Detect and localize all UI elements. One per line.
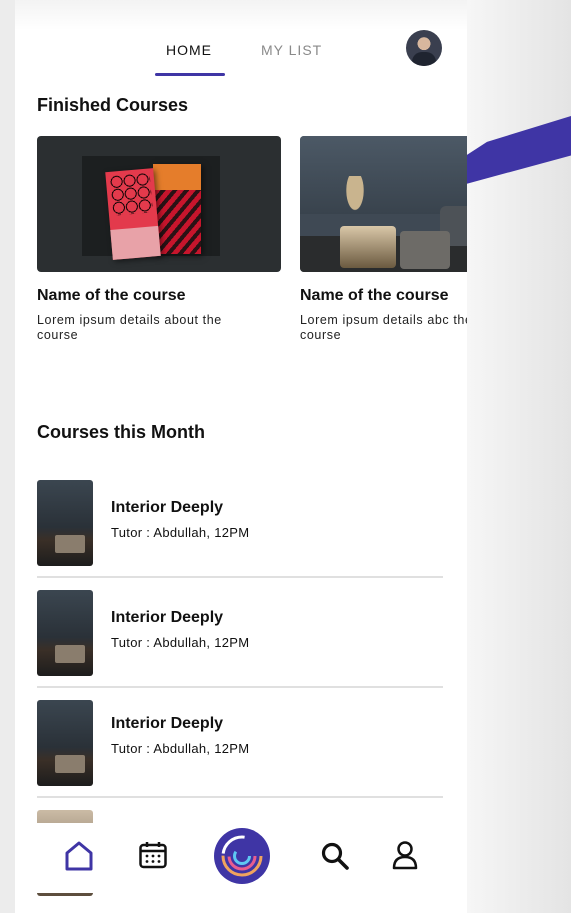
tab-my-list[interactable]: MY LIST — [261, 42, 322, 58]
course-thumbnail-interior — [300, 136, 467, 272]
courses-this-month-title: Courses this Month — [37, 422, 206, 442]
course-title: Interior Deeply — [111, 715, 224, 732]
app-screen: HOME MY LIST Finished Courses Name of th… — [15, 0, 467, 913]
calendar-icon — [139, 842, 167, 869]
nav-center-button[interactable] — [214, 828, 270, 884]
divider — [37, 576, 443, 578]
search-icon — [321, 842, 349, 870]
course-card[interactable]: Name of the course Lorem ipsum details a… — [300, 136, 467, 342]
finished-courses-title: Finished Courses — [37, 95, 189, 115]
course-thumbnail — [37, 590, 93, 676]
list-item[interactable]: Interior Deeply Tutor : Abdullah, 12PM — [37, 480, 443, 590]
course-card-title: Name of the course — [300, 287, 449, 304]
nav-home[interactable] — [64, 840, 94, 877]
home-icon — [65, 841, 93, 871]
course-title: Interior Deeply — [111, 499, 224, 516]
bottom-nav — [15, 823, 467, 893]
active-tab-indicator — [155, 73, 225, 76]
list-item[interactable]: Interior Deeply Tutor : Abdullah, 12PM — [37, 590, 443, 700]
avatar[interactable] — [406, 30, 442, 66]
course-card-description: Lorem ipsum details about the course — [37, 313, 222, 342]
nav-calendar[interactable] — [138, 840, 168, 875]
course-tutor-time: Tutor : Abdullah, 12PM — [111, 741, 250, 756]
center-logo-icon — [221, 835, 263, 877]
course-thumbnail — [37, 480, 93, 566]
divider — [37, 686, 443, 688]
course-card-description: Lorem ipsum details abc the course — [300, 313, 467, 342]
tab-home[interactable]: HOME — [166, 42, 212, 58]
profile-icon — [392, 841, 418, 870]
nav-profile[interactable] — [390, 839, 420, 876]
nav-search[interactable] — [320, 841, 350, 876]
course-tutor-time: Tutor : Abdullah, 12PM — [111, 635, 250, 650]
course-tutor-time: Tutor : Abdullah, 12PM — [111, 525, 250, 540]
course-thumbnail-books — [37, 136, 281, 272]
course-thumbnail — [37, 700, 93, 786]
course-card-title: Name of the course — [37, 287, 186, 304]
course-card[interactable]: Name of the course Lorem ipsum details a… — [37, 136, 281, 342]
divider — [37, 796, 443, 798]
course-title: Interior Deeply — [111, 609, 224, 626]
status-bar-area — [15, 0, 467, 30]
top-tabs: HOME MY LIST — [15, 40, 467, 80]
list-item[interactable]: Interior Deeply Tutor : Abdullah, 12PM — [37, 700, 443, 810]
